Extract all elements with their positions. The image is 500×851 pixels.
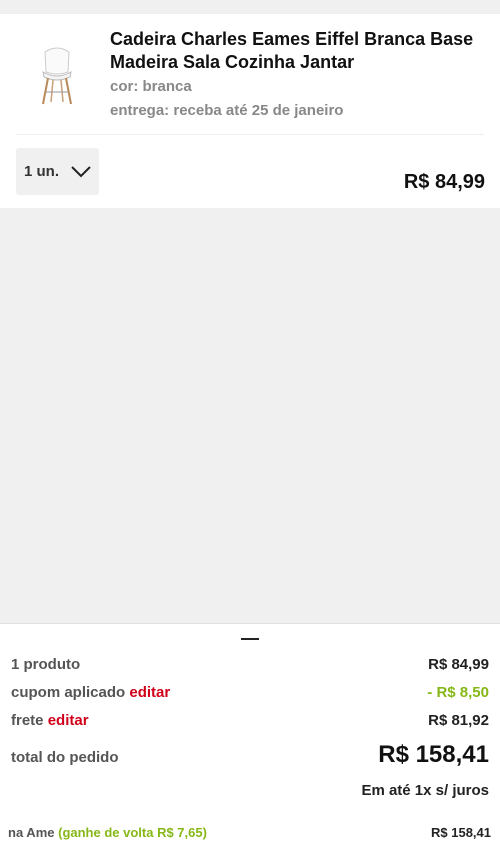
divider bbox=[16, 134, 484, 135]
shipping-row: frete editar R$ 81,92 bbox=[11, 712, 489, 729]
ame-label: na Ame bbox=[8, 825, 55, 840]
shipping-amount: R$ 81,92 bbox=[428, 712, 489, 729]
shipping-edit-link[interactable]: editar bbox=[48, 712, 89, 729]
coupon-edit-link[interactable]: editar bbox=[129, 684, 170, 701]
product-title[interactable]: Cadeira Charles Eames Eiffel Branca Base… bbox=[110, 28, 480, 74]
color-value: branca bbox=[142, 78, 192, 95]
products-row: 1 produto R$ 84,99 bbox=[11, 656, 489, 673]
ame-amount: R$ 158,41 bbox=[431, 825, 491, 840]
delivery-label: entrega: bbox=[110, 102, 170, 119]
product-thumbnail[interactable] bbox=[26, 42, 88, 108]
ame-row: na Ame (ganhe de volta R$ 7,65) R$ 158,4… bbox=[8, 825, 491, 840]
shipping-label: frete bbox=[11, 712, 44, 729]
color-label: cor: bbox=[110, 78, 139, 95]
quantity-value: 1 un. bbox=[24, 163, 60, 180]
drag-handle[interactable] bbox=[241, 638, 259, 640]
delivery-value: receba até 25 de janeiro bbox=[173, 102, 344, 119]
cart-item-card: Cadeira Charles Eames Eiffel Branca Base… bbox=[0, 14, 500, 208]
product-delivery: entrega: receba até 25 de janeiro bbox=[110, 102, 343, 119]
coupon-label: cupom aplicado bbox=[11, 684, 126, 701]
product-color: cor: branca bbox=[110, 78, 192, 95]
total-amount: R$ 158,41 bbox=[378, 741, 489, 768]
coupon-row: cupom aplicado editar - R$ 8,50 bbox=[11, 684, 489, 701]
installments-text: Em até 1x s/ juros bbox=[361, 782, 489, 799]
quantity-select[interactable]: 1 un. bbox=[16, 148, 99, 195]
products-label: 1 produto bbox=[11, 656, 81, 673]
top-strip bbox=[0, 0, 500, 14]
total-row: total do pedido R$ 158,41 bbox=[11, 741, 489, 769]
total-label: total do pedido bbox=[11, 749, 119, 766]
item-price: R$ 84,99 bbox=[403, 171, 485, 193]
products-amount: R$ 84,99 bbox=[428, 656, 489, 673]
chevron-down-icon bbox=[71, 165, 91, 177]
ame-cashback: (ganhe de volta R$ 7,65) bbox=[58, 825, 207, 840]
coupon-amount: - R$ 8,50 bbox=[427, 684, 489, 701]
order-summary-panel: 1 produto R$ 84,99 cupom aplicado editar… bbox=[0, 623, 500, 851]
